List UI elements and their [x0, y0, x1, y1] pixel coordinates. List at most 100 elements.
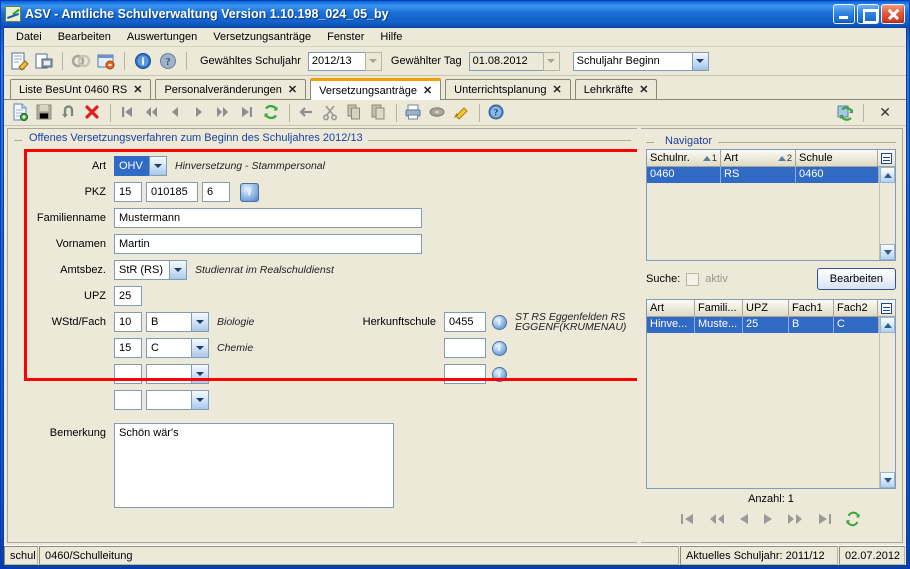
wstd-fach-input[interactable] [146, 364, 192, 384]
close-view-button[interactable]: ✕ [870, 104, 900, 121]
table-row[interactable]: Hinve... Muste... 25 B C [647, 317, 879, 333]
wstd-stunden-input[interactable] [114, 364, 142, 384]
herkunftschule-info-icon-3[interactable]: i [492, 366, 507, 382]
navigator-grid-antraege[interactable]: Art Famili... UPZ Fach1 Fach2 Hinve... M… [646, 299, 896, 489]
tab-close-icon[interactable]: ✕ [423, 84, 432, 97]
back-arrow-icon[interactable] [296, 102, 318, 124]
wstd-stunden-input[interactable]: 15 [114, 338, 142, 358]
cut-icon[interactable] [320, 102, 342, 124]
new-document-icon[interactable] [10, 102, 32, 124]
wstd-fach-dropdown-button[interactable] [191, 390, 209, 410]
copy-icon[interactable] [344, 102, 366, 124]
tab-close-icon[interactable]: ✕ [133, 83, 142, 96]
schuljahr-input[interactable]: 2012/13 [307, 51, 366, 71]
pkz-part3-input[interactable]: 6 [202, 182, 230, 202]
wstd-stunden-input[interactable] [114, 390, 142, 410]
tag-input[interactable]: 01.08.2012 [468, 51, 544, 71]
wstd-fach-input[interactable]: B [146, 312, 192, 332]
menu-hilfe[interactable]: Hilfe [373, 29, 409, 45]
aktiv-checkbox[interactable] [686, 272, 700, 286]
menu-auswertungen[interactable]: Auswertungen [120, 29, 204, 45]
print-preview-icon[interactable] [33, 50, 55, 72]
column-chooser-icon[interactable] [878, 150, 895, 167]
previous-record-icon[interactable] [165, 102, 187, 124]
zeitpunkt-dropdown-button[interactable] [691, 51, 709, 71]
tab-lehrkraefte[interactable]: Lehrkräfte ✕ [574, 79, 658, 99]
herkunftschule-input-2[interactable] [444, 338, 486, 358]
window-close-icon[interactable] [95, 50, 117, 72]
wstd-fach-input[interactable] [146, 390, 192, 410]
grid-vertical-scrollbar[interactable] [879, 317, 895, 488]
menu-fenster[interactable]: Fenster [320, 29, 371, 45]
menu-versetzungsantraege[interactable]: Versetzungsanträge [206, 29, 318, 45]
first-record-icon[interactable] [680, 512, 696, 526]
refresh-window-icon[interactable] [835, 102, 857, 124]
vornamen-input[interactable]: Martin [114, 234, 422, 254]
herkunftschule-input[interactable]: 0455 [444, 312, 486, 332]
wstd-fach-dropdown-button[interactable] [191, 364, 209, 384]
column-header-fach1[interactable]: Fach1 [789, 300, 834, 317]
link-icon[interactable] [70, 50, 92, 72]
wstd-fach-dropdown-button[interactable] [191, 338, 209, 358]
close-button[interactable] [881, 4, 905, 24]
amtsbez-dropdown-button[interactable] [169, 260, 187, 280]
tab-unterrichtsplanung[interactable]: Unterrichtsplanung ✕ [445, 79, 571, 99]
paste-icon[interactable] [368, 102, 390, 124]
previous-record-icon[interactable] [738, 512, 750, 526]
fast-forward-icon[interactable] [213, 102, 235, 124]
wstd-fach-input[interactable]: C [146, 338, 192, 358]
minimize-button[interactable] [833, 4, 855, 24]
grid-vertical-scrollbar[interactable] [879, 167, 895, 260]
tab-close-icon[interactable]: ✕ [639, 83, 648, 96]
wstd-stunden-input[interactable]: 10 [114, 312, 142, 332]
table-row[interactable]: 0460 RS 0460 [647, 167, 879, 183]
tab-liste-besunt[interactable]: Liste BesUnt 0460 RS ✕ [10, 79, 152, 99]
amtsbez-input[interactable]: StR (RS) [114, 260, 170, 280]
scroll-down-button[interactable] [880, 244, 895, 260]
menu-bearbeiten[interactable]: Bearbeiten [51, 29, 118, 45]
pkz-part1-input[interactable]: 15 [114, 182, 142, 202]
last-record-icon[interactable] [237, 102, 259, 124]
column-header-schulnr[interactable]: Schulnr. 1 [647, 150, 721, 167]
next-record-icon[interactable] [189, 102, 211, 124]
scroll-down-button[interactable] [880, 472, 895, 488]
zeitpunkt-input[interactable]: Schuljahr Beginn [572, 51, 693, 71]
first-record-icon[interactable] [117, 102, 139, 124]
column-header-upz[interactable]: UPZ [743, 300, 789, 317]
help-icon[interactable]: ? [157, 50, 179, 72]
scroll-up-button[interactable] [880, 167, 895, 183]
edit-document-icon[interactable] [8, 50, 30, 72]
save-icon[interactable] [34, 102, 56, 124]
print-icon[interactable] [403, 102, 425, 124]
record-icon[interactable] [427, 102, 449, 124]
tag-dropdown-button[interactable] [542, 51, 560, 71]
fast-rewind-icon[interactable] [708, 512, 726, 526]
undo-icon[interactable] [58, 102, 80, 124]
wstd-fach-dropdown-button[interactable] [191, 312, 209, 332]
fast-forward-icon[interactable] [786, 512, 804, 526]
maximize-button[interactable] [857, 4, 879, 24]
familienname-input[interactable]: Mustermann [114, 208, 422, 228]
column-header-art[interactable]: Art 2 [721, 150, 796, 167]
herkunftschule-input-3[interactable] [444, 364, 486, 384]
column-header-familienname[interactable]: Famili... [695, 300, 743, 317]
refresh-icon[interactable] [844, 511, 862, 527]
herkunftschule-info-icon[interactable]: i [492, 314, 507, 330]
bemerkung-textarea[interactable] [114, 423, 394, 508]
tab-close-icon[interactable]: ✕ [553, 83, 562, 96]
tab-close-icon[interactable]: ✕ [288, 83, 297, 96]
column-header-schule[interactable]: Schule [796, 150, 878, 167]
tab-personalveraenderungen[interactable]: Personalveränderungen ✕ [155, 79, 307, 99]
upz-input[interactable]: 25 [114, 286, 142, 306]
pkz-part2-input[interactable]: 010185 [146, 182, 198, 202]
art-input[interactable]: OHV [114, 156, 150, 176]
help-icon[interactable]: ? [486, 102, 508, 124]
fast-rewind-icon[interactable] [141, 102, 163, 124]
column-chooser-icon[interactable] [878, 300, 895, 317]
menu-datei[interactable]: Datei [9, 29, 49, 45]
schuljahr-dropdown-button[interactable] [364, 51, 382, 71]
delete-icon[interactable] [82, 102, 104, 124]
pkz-info-icon[interactable]: i [240, 182, 259, 202]
tab-versetzungsantraege[interactable]: Versetzungsanträge ✕ [310, 78, 442, 100]
scroll-up-button[interactable] [880, 317, 895, 333]
